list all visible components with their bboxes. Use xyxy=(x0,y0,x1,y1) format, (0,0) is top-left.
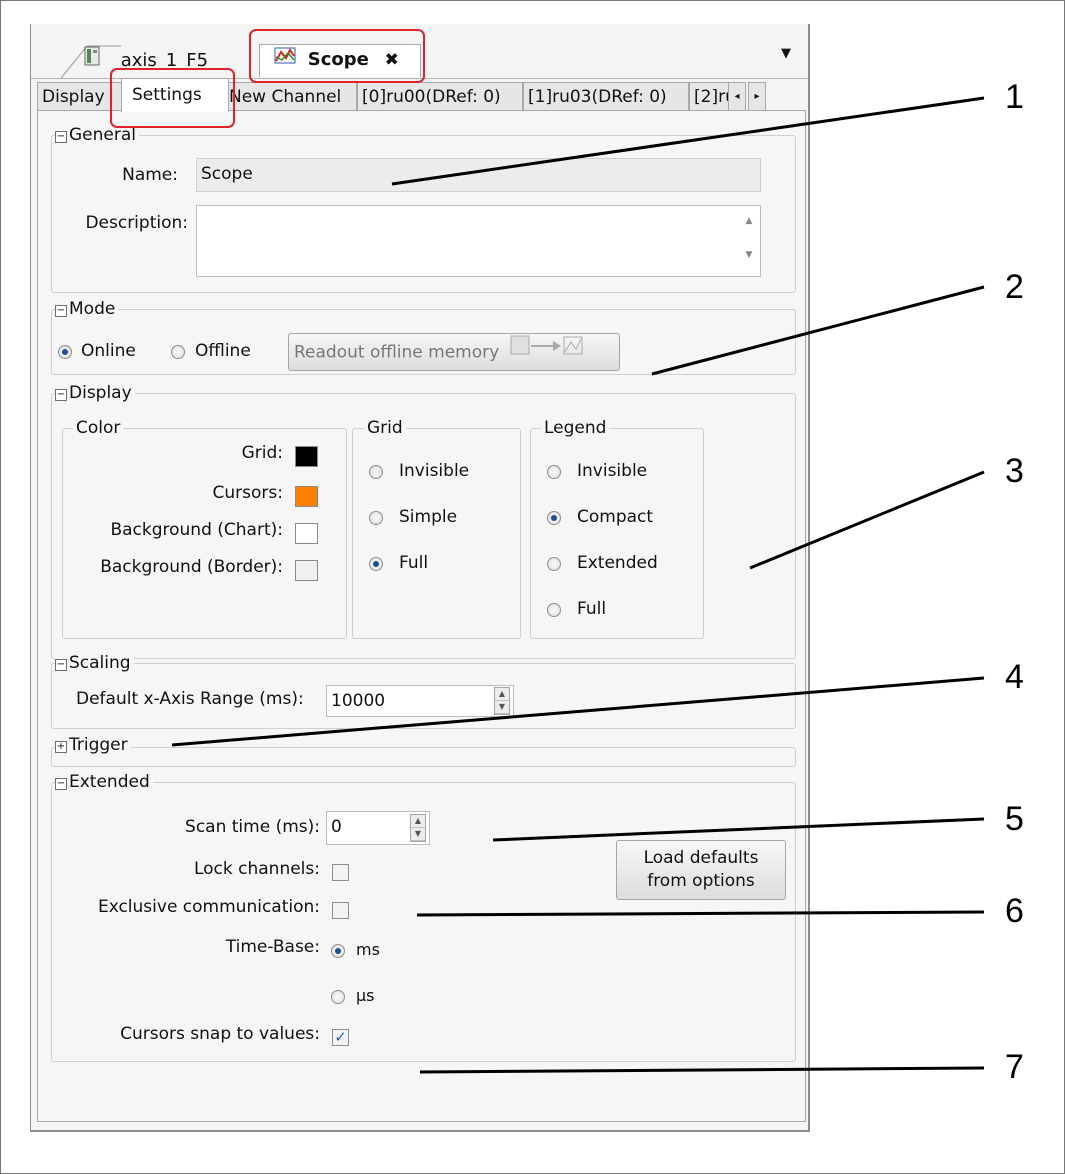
callout-line-5 xyxy=(492,817,985,842)
callout-line-4 xyxy=(171,676,985,747)
callout-lines xyxy=(171,96,985,1074)
callout-5: 5 xyxy=(1005,800,1024,838)
callout-6: 6 xyxy=(1005,892,1024,930)
callout-1: 1 xyxy=(1005,78,1024,116)
callout-line-2 xyxy=(651,285,985,376)
callout-7: 7 xyxy=(1005,1048,1024,1086)
callout-2: 2 xyxy=(1005,268,1024,306)
callout-4: 4 xyxy=(1005,658,1024,696)
tab-settings[interactable]: Settings xyxy=(121,78,229,112)
callout-line-7 xyxy=(419,1066,985,1074)
callout-line-1 xyxy=(391,96,985,186)
callout-3: 3 xyxy=(1005,452,1024,490)
callout-line-6 xyxy=(416,910,985,917)
callout-line-3 xyxy=(749,470,985,570)
